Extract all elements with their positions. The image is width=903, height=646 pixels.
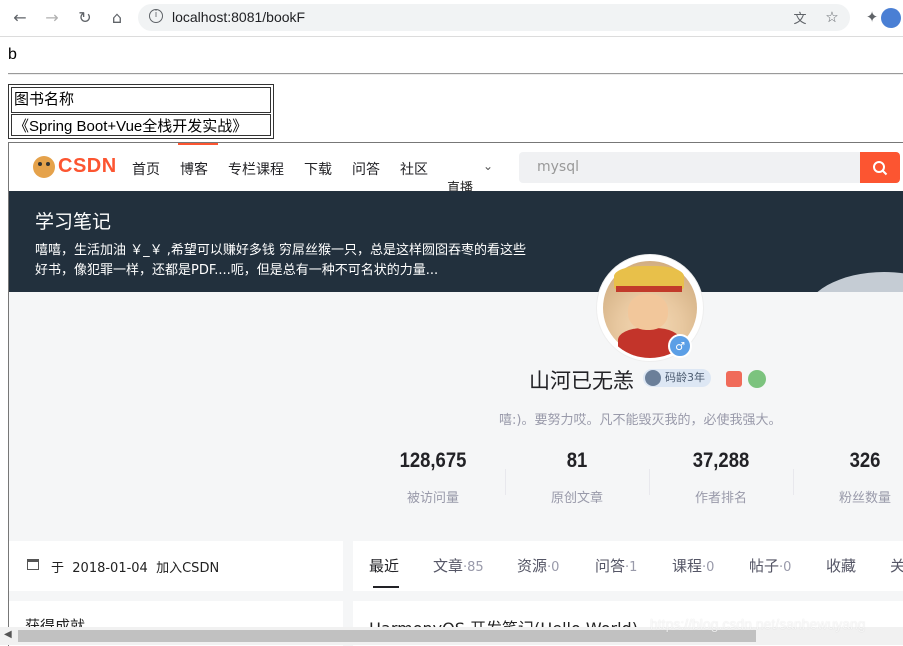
profile-avatar[interactable] [881, 8, 901, 28]
tab-posts[interactable]: 帖子·0 [749, 555, 791, 576]
username: 山河已无恙 [529, 369, 634, 393]
back-icon[interactable]: ← [9, 6, 31, 28]
content-tabs: 最近 文章·85 资源·0 问答·1 课程·0 帖子·0 收藏 关 [353, 541, 903, 591]
profile-banner: 学习笔记 嘻嘻，生活加油 ￥_￥ ,希望可以赚好多钱 穷屌丝猴一只，总是这样囫囵… [9, 191, 903, 292]
extensions-icon[interactable]: ✦ [862, 7, 882, 27]
stat-articles[interactable]: 81 原创文章 [505, 449, 649, 506]
tab-favorites[interactable]: 收藏 [826, 555, 856, 576]
search-button[interactable] [860, 152, 900, 183]
scroll-left-icon[interactable]: ◀ [4, 629, 12, 640]
join-suffix: 加入CSDN [156, 561, 220, 576]
monkey-logo-icon [33, 155, 55, 178]
creator-badge-icon[interactable] [726, 371, 742, 387]
nav-courses[interactable]: 专栏课程 [228, 159, 284, 179]
bookmark-star-icon[interactable]: ☆ [822, 7, 842, 27]
join-info: 于 2018-01-04 加入CSDN [9, 541, 343, 591]
book-table: 图书名称 《Spring Boot+Vue全栈开发实战》 [8, 84, 274, 139]
code-age-badge: 码龄3年 [643, 369, 711, 387]
stat-visits[interactable]: 128,675 被访问量 [361, 449, 505, 506]
browser-toolbar: ← → ↻ ⌂ i localhost:8081/bookF 文 ☆ ✦ [0, 0, 903, 37]
banner-title: 学习笔记 [35, 211, 112, 233]
join-date: 2018-01-04 [72, 561, 148, 576]
tab-courses[interactable]: 课程·0 [672, 555, 714, 576]
search-placeholder: mysql [537, 159, 579, 175]
tab-articles[interactable]: 文章·85 [433, 555, 484, 576]
csdn-logo[interactable]: CSDN [33, 155, 117, 178]
nav-home[interactable]: 首页 [132, 159, 160, 179]
nav-community[interactable]: 社区 [400, 159, 428, 179]
stat-rank[interactable]: 37,288 作者排名 [649, 449, 793, 506]
info-icon[interactable]: i [149, 9, 163, 23]
nav-download[interactable]: 下载 [304, 159, 332, 179]
table-value-cell: 《Spring Boot+Vue全栈开发实战》 [11, 114, 271, 136]
divider [8, 73, 903, 75]
page-heading: b [8, 46, 17, 63]
tab-recent[interactable]: 最近 [369, 555, 400, 588]
url-text[interactable]: localhost:8081/bookF [172, 9, 305, 25]
community-badge-icon[interactable] [748, 370, 766, 388]
table-header-cell: 图书名称 [11, 87, 271, 113]
translate-icon[interactable]: 文 [790, 7, 810, 27]
stat-fans[interactable]: 326 粉丝数量 [793, 449, 903, 506]
home-icon[interactable]: ⌂ [106, 6, 128, 28]
reload-icon[interactable]: ↻ [74, 6, 96, 28]
badge-icon [645, 370, 661, 386]
tab-follow[interactable]: 关 [890, 555, 903, 576]
embedded-frame: CSDN 首页 博客 专栏课程 下载 问答 社区 ⌄ 直播 mysql 学习笔记… [8, 142, 903, 646]
scrollbar-thumb[interactable] [18, 630, 756, 642]
search-input[interactable]: mysql [519, 152, 861, 183]
chevron-down-icon[interactable]: ⌄ [483, 159, 493, 173]
watermark: https://blog.csdn.net/sanhewuyang [650, 616, 866, 632]
stats-row: 128,675 被访问量 81 原创文章 37,288 作者排名 326 粉丝数… [361, 449, 903, 509]
tab-resources[interactable]: 资源·0 [517, 555, 559, 576]
join-prefix: 于 [51, 561, 65, 576]
banner-description: 嘻嘻，生活加油 ￥_￥ ,希望可以赚好多钱 穷屌丝猴一只，总是这样囫囵吞枣的看这… [35, 243, 527, 278]
nav-blog[interactable]: 博客 [178, 143, 218, 179]
male-icon: ♂ [668, 334, 692, 358]
search-icon [873, 160, 888, 175]
nav-qa[interactable]: 问答 [352, 159, 380, 179]
forward-icon[interactable]: → [41, 6, 63, 28]
csdn-topnav: CSDN 首页 博客 专栏课程 下载 问答 社区 ⌄ 直播 mysql [9, 143, 903, 196]
tab-qa[interactable]: 问答·1 [595, 555, 637, 576]
user-motto: 嘻:)。要努力哎。凡不能毁灭我的，必使我强大。 [499, 413, 782, 428]
calendar-icon [27, 559, 39, 570]
